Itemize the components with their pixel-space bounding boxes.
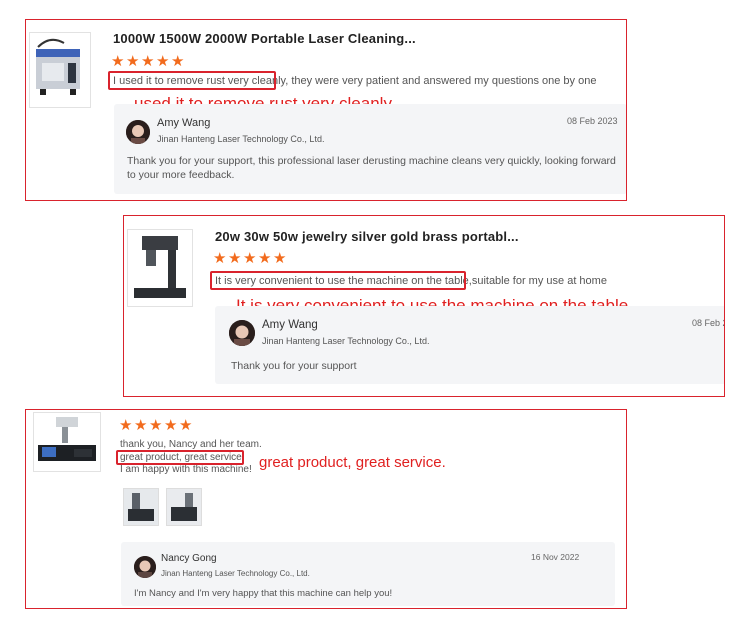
review-photo-1[interactable] <box>123 488 159 526</box>
product-title[interactable]: 1000W 1500W 2000W Portable Laser Cleanin… <box>113 31 416 46</box>
star-icon: ★ <box>126 53 141 70</box>
rating-stars: ★★★★★ <box>111 54 186 70</box>
reply-text: Thank you for your support, this profess… <box>127 155 616 181</box>
star-icon: ★ <box>179 417 194 434</box>
star-icon: ★ <box>258 250 273 267</box>
laser-cleaner-image <box>36 38 80 95</box>
reply-name: Amy Wang <box>262 319 318 331</box>
star-icon: ★ <box>149 417 164 434</box>
seller-reply: Nancy Gong Jinan Hanteng Laser Technolog… <box>121 542 615 606</box>
product-title[interactable]: 20w 30w 50w jewelry silver gold brass po… <box>215 229 519 244</box>
avatar <box>134 556 156 578</box>
review-rest-text: ,suitable for my use at home <box>468 275 607 287</box>
star-icon: ★ <box>141 53 156 70</box>
highlight-box <box>116 450 244 465</box>
review-card-3: ★★★★★ thank you, Nancy and her team. gre… <box>25 409 627 609</box>
reply-date: 08 Feb 2 <box>692 318 725 328</box>
reply-date: 08 Feb 2023 <box>567 116 618 126</box>
star-icon: ★ <box>111 53 126 70</box>
star-icon: ★ <box>156 53 171 70</box>
reply-company: Jinan Hanteng Laser Technology Co., Ltd. <box>157 134 325 144</box>
reply-text: Thank you for your support <box>231 360 357 372</box>
reply-company: Jinan Hanteng Laser Technology Co., Ltd. <box>161 569 310 578</box>
star-icon: ★ <box>164 417 179 434</box>
laser-marker-image <box>134 236 186 298</box>
rating-stars: ★★★★★ <box>119 418 194 434</box>
reply-name: Nancy Gong <box>161 553 217 564</box>
star-icon: ★ <box>273 250 288 267</box>
star-icon: ★ <box>243 250 258 267</box>
product-thumbnail-laser-marker[interactable] <box>127 229 193 307</box>
product-thumbnail-laser-cleaner[interactable] <box>29 32 91 108</box>
fiber-laser-image <box>38 417 96 461</box>
review-rest-text: they were very patient and answered my q… <box>288 75 597 87</box>
reply-name: Amy Wang <box>157 117 211 129</box>
rating-stars: ★★★★★ <box>213 251 288 267</box>
star-icon: ★ <box>228 250 243 267</box>
star-icon: ★ <box>134 417 149 434</box>
highlight-box <box>108 71 276 90</box>
avatar <box>229 320 255 346</box>
product-thumbnail-fiber-laser[interactable] <box>33 412 101 472</box>
highlight-box <box>210 271 466 290</box>
seller-reply: Amy Wang Jinan Hanteng Laser Technology … <box>215 306 725 384</box>
avatar <box>126 120 150 144</box>
star-icon: ★ <box>119 417 134 434</box>
seller-reply: Amy Wang Jinan Hanteng Laser Technology … <box>114 104 626 194</box>
star-icon: ★ <box>171 53 186 70</box>
reply-date: 16 Nov 2022 <box>531 552 580 562</box>
star-icon: ★ <box>213 250 228 267</box>
review-photo-2[interactable] <box>166 488 202 526</box>
reply-text: I'm Nancy and I'm very happy that this m… <box>134 588 393 599</box>
review-card-1: 1000W 1500W 2000W Portable Laser Cleanin… <box>25 19 627 201</box>
review-line-1: thank you, Nancy and her team. <box>120 439 262 450</box>
annotation-text: great product, great service. <box>259 454 446 471</box>
reply-company: Jinan Hanteng Laser Technology Co., Ltd. <box>262 336 430 346</box>
review-card-2: 20w 30w 50w jewelry silver gold brass po… <box>123 215 725 397</box>
review-line-3: I am happy with this machine! <box>120 464 252 475</box>
